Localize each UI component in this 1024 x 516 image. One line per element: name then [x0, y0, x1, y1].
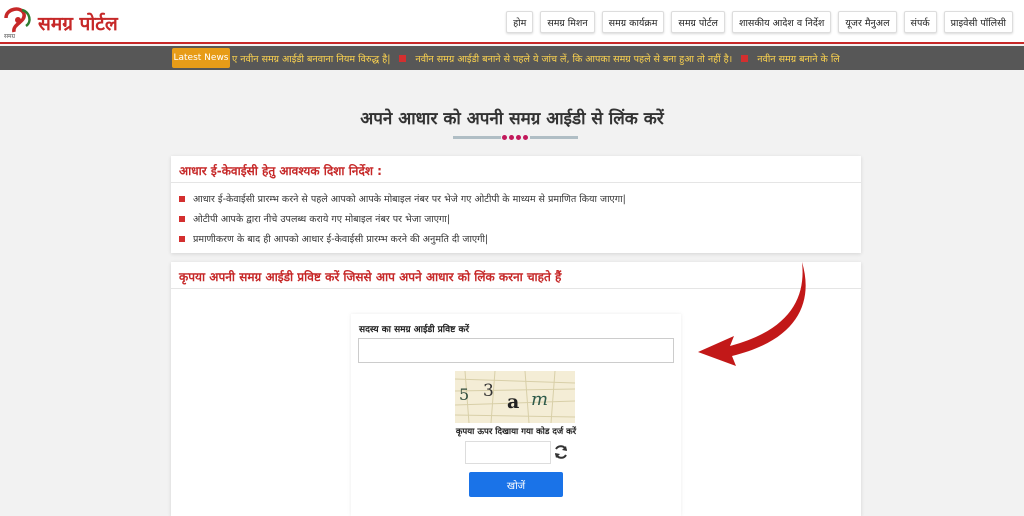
ticker-item[interactable]: नवीन समग्र आईडी बनाने से पहले ये जांच ले… — [415, 52, 732, 65]
nav-user-manual[interactable]: यूजर मैनुअल — [838, 11, 897, 33]
divider — [171, 182, 861, 183]
ticker-bullet-icon — [741, 54, 749, 62]
search-button[interactable]: खोजें — [469, 472, 563, 497]
ticker-bullet-icon — [399, 54, 407, 62]
captcha-char: a — [507, 391, 520, 413]
title-divider-right — [530, 136, 578, 139]
samagra-form: सदस्य का समग्र आईडी प्रविष्ट करें 5 3 a … — [351, 314, 681, 516]
bullet-icon — [179, 195, 185, 202]
instruction-item: आधार ई-केवाईसी प्रारम्भ करने से पहले आपक… — [179, 192, 626, 205]
captcha-hint: कृपया ऊपर दिखाया गया कोड दर्ज करें — [455, 427, 577, 437]
page-title: अपने आधार को अपनी समग्र आईडी से लिंक करे… — [360, 109, 664, 129]
nav-samagra-programs[interactable]: समग्र कार्यक्रम — [601, 11, 665, 33]
header: समग्र समग्र पोर्टल होम समग्र मिशन समग्र … — [0, 0, 1024, 44]
instructions-heading: आधार ई-केवाईसी हेतु आवश्यक दिशा निर्देश … — [179, 164, 382, 178]
samagra-id-input[interactable] — [358, 338, 674, 363]
bullet-icon — [179, 235, 185, 242]
pointer-arrow-icon — [698, 262, 806, 366]
instructions-card: आधार ई-केवाईसी हेतु आवश्यक दिशा निर्देश … — [171, 156, 861, 253]
title-dot — [502, 135, 507, 140]
instruction-item: प्रमाणीकरण के बाद ही आपको आधार ई-केवाईसी… — [179, 232, 488, 245]
form-heading: कृपया अपनी समग्र आईडी प्रविष्ट करें जिसस… — [179, 270, 562, 284]
logo-text: समग्र पोर्टल — [38, 13, 118, 35]
main-nav: होम समग्र मिशन समग्र कार्यक्रम समग्र पोर… — [506, 11, 1013, 33]
logo-caption: समग्र — [4, 33, 16, 40]
ticker-item[interactable]: ए नवीन समग्र आईडी बनवाना नियम विरुद्ध है… — [232, 52, 390, 65]
instruction-text: ओटीपी आपके द्वारा नीचे उपलब्ध कराये गए म… — [193, 214, 451, 225]
ticker-item[interactable]: नवीन समग्र बनाने के लि — [757, 52, 839, 65]
title-divider-left — [453, 136, 501, 139]
nav-govt-orders[interactable]: शासकीय आदेश व निर्देश — [731, 11, 832, 33]
captcha-input[interactable] — [465, 441, 551, 464]
nav-samagra-mission[interactable]: समग्र मिशन — [540, 11, 595, 33]
captcha-char: 3 — [483, 381, 494, 401]
samagra-id-label: सदस्य का समग्र आईडी प्रविष्ट करें — [359, 325, 470, 335]
captcha-char: 5 — [459, 385, 470, 404]
nav-privacy-policy[interactable]: प्राइवेसी पॉलिसी — [943, 11, 1013, 33]
ticker-track[interactable]: ए नवीन समग्र आईडी बनवाना नियम विरुद्ध है… — [232, 46, 862, 70]
latest-news-badge: Latest News — [172, 48, 230, 68]
instruction-item: ओटीपी आपके द्वारा नीचे उपलब्ध कराये गए म… — [179, 212, 450, 225]
samagra-emblem-icon: समग्र — [4, 7, 31, 40]
instruction-text: प्रमाणीकरण के बाद ही आपको आधार ई-केवाईसी… — [193, 234, 489, 245]
nav-home[interactable]: होम — [506, 11, 534, 33]
nav-contact[interactable]: संपर्क — [903, 11, 937, 33]
refresh-icon[interactable] — [553, 444, 569, 460]
nav-samagra-portal[interactable]: समग्र पोर्टल — [671, 11, 725, 33]
title-dot — [516, 135, 521, 140]
captcha-image: 5 3 a m — [455, 371, 575, 423]
title-dot — [523, 135, 528, 140]
title-dot — [509, 135, 514, 140]
logo[interactable]: समग्र समग्र पोर्टल — [2, 4, 122, 42]
captcha-char: m — [531, 389, 549, 410]
instruction-text: आधार ई-केवाईसी प्रारम्भ करने से पहले आपक… — [193, 194, 626, 205]
bullet-icon — [179, 215, 185, 222]
